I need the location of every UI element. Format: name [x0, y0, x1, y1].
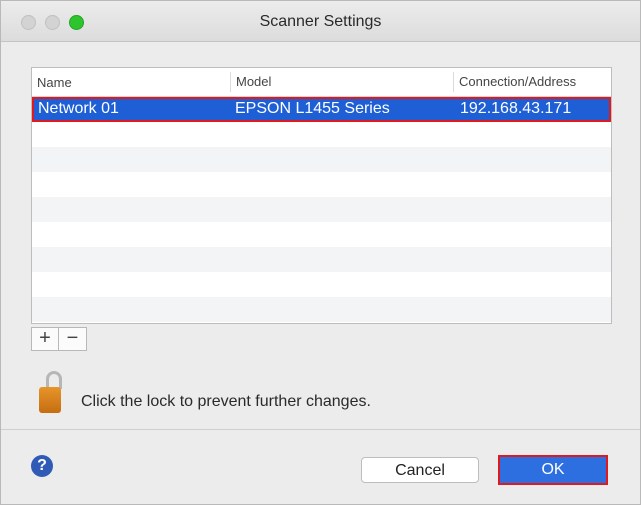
lock-section: Click the lock to prevent further change… — [39, 371, 439, 421]
table-row-empty — [32, 297, 611, 322]
table-row-empty — [32, 172, 611, 197]
ok-button[interactable]: OK — [498, 455, 608, 485]
footer-divider — [1, 429, 640, 430]
window-title: Scanner Settings — [259, 13, 382, 30]
add-scanner-button[interactable]: + — [31, 327, 59, 351]
column-header-address[interactable]: Connection/Address — [453, 72, 576, 92]
column-header-name[interactable]: Name — [37, 75, 72, 90]
table-row-empty — [32, 247, 611, 272]
scanner-settings-window: Scanner Settings Name Model Connection/A… — [0, 0, 641, 505]
cell-address: 192.168.43.171 — [460, 100, 572, 117]
remove-scanner-button[interactable]: − — [59, 327, 87, 351]
table-row-empty — [32, 122, 611, 147]
cell-model: EPSON L1455 Series — [235, 100, 390, 117]
table-row-empty — [32, 272, 611, 297]
table-row-selected[interactable]: Network 01 EPSON L1455 Series 192.168.43… — [32, 97, 611, 122]
table-row-empty — [32, 197, 611, 222]
table-header: Name Model Connection/Address — [32, 68, 611, 97]
table-row-empty — [32, 147, 611, 172]
scanner-list-table[interactable]: Name Model Connection/Address Network 01… — [31, 67, 612, 324]
column-header-model[interactable]: Model — [230, 72, 271, 92]
lock-instruction-text: Click the lock to prevent further change… — [81, 393, 371, 410]
cancel-button[interactable]: Cancel — [361, 457, 479, 483]
cell-name: Network 01 — [38, 100, 119, 117]
table-row-empty — [32, 222, 611, 247]
help-icon[interactable]: ? — [31, 455, 53, 477]
title-bar: Scanner Settings — [1, 1, 640, 42]
